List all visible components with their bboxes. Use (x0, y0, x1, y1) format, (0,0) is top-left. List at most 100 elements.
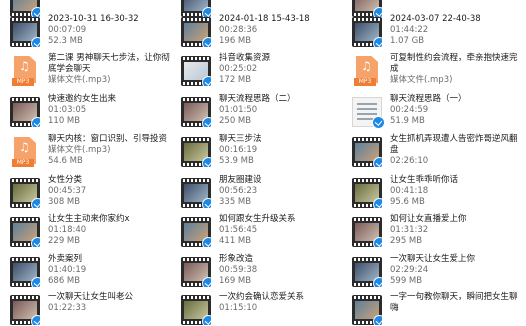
file-item[interactable]: 朋友圈建设 00:56:23 335 MB (181, 175, 351, 213)
file-item[interactable]: 一次约会确认恋爱关系 01:15:10 (181, 292, 351, 326)
file-item[interactable]: 形象改造 00:59:38 169 MB (181, 254, 351, 292)
file-meta: 第二课 男神聊天七步法，让你彻底学会聊天 媒体文件(.mp3) (48, 53, 176, 86)
file-meta: 2024-01-18 15-43-18 00:28:36 196 MB (219, 14, 347, 47)
file-detail: 00:28:36 (219, 25, 258, 35)
file-item[interactable]: 如何让女直播爱上你 01:31:32 295 MB (352, 214, 522, 252)
video-thumbnail-icon (352, 257, 382, 287)
file-meta: 如何让女直播爱上你 01:31:32 295 MB (390, 214, 467, 247)
sync-check-icon (31, 237, 40, 247)
file-grid: 331 MB2023-10-31 16-30-3200:07:0952.3 MB… (0, 0, 526, 326)
file-name: 2024-01-18 15-43-18 (219, 14, 310, 24)
sync-check-icon (31, 117, 40, 127)
file-item[interactable]: ♫ MP3 第二课 男神聊天七步法，让你彻底学会聊天 媒体文件(.mp3) (10, 53, 180, 91)
file-item[interactable]: 外卖案列 01:40:19 686 MB (10, 254, 180, 292)
file-detail: 媒体文件(.mp3) (390, 75, 453, 85)
file-detail: 02:26:10 (390, 156, 429, 166)
column-1: 331 MB2023-10-31 16-30-3200:07:0952.3 MB… (10, 0, 180, 326)
file-item[interactable]: 聊天流程思路（二） 01:01:50 250 MB (181, 94, 351, 132)
file-detail: 01:01:50 (219, 105, 258, 115)
file-size: 1.07 GB (390, 36, 425, 46)
file-item[interactable]: 聊天流程思路（一） 00:24:59 51.9 MB (352, 94, 522, 132)
file-item[interactable]: 女性分类 00:45:37 308 MB (10, 175, 180, 213)
file-name: 如何跟女生升级关系 (219, 214, 296, 224)
file-size: 172 MB (219, 75, 252, 85)
file-item[interactable]: 如何跟女生升级关系 01:56:45 411 MB (181, 214, 351, 252)
video-thumbnail-icon (10, 17, 40, 47)
file-item[interactable]: 女生抓机弄现遭人告密炸哥逆风翻盘 02:26:10 (352, 134, 522, 172)
video-thumbnail-icon (352, 217, 382, 247)
file-size: 95.6 MB (390, 197, 425, 207)
sync-check-icon (202, 198, 211, 208)
file-meta: 朋友圈建设 00:56:23 335 MB (219, 175, 262, 208)
file-item[interactable]: 让女生乖乖听你话 00:41:18 95.6 MB (352, 175, 522, 213)
video-thumbnail-icon (181, 137, 211, 167)
file-size: 229 MB (48, 236, 81, 246)
file-detail: 00:59:38 (219, 265, 258, 275)
file-item[interactable]: 2024-01-18 15-43-18 00:28:36 196 MB (181, 14, 351, 52)
file-size: 335 MB (219, 197, 252, 207)
video-thumbnail-icon (10, 97, 40, 127)
file-item[interactable]: 让女生主动来你家约x 01:18:40 229 MB (10, 214, 180, 252)
file-meta: 快速邀约女生出来 01:03:05 110 MB (48, 94, 116, 127)
document-thumbnail-icon (352, 97, 385, 129)
file-name: 2023-10-31 16-30-32 (48, 14, 139, 24)
video-thumbnail-icon (181, 295, 211, 325)
file-detail: 00:16:19 (219, 145, 258, 155)
file-size: 250 MB (219, 116, 252, 126)
video-thumbnail-icon (10, 178, 40, 208)
file-item[interactable]: 2024-03-07 22-40-38 01:44:22 1.07 GB (352, 14, 522, 52)
file-size: 196 MB (219, 36, 252, 46)
file-detail: 00:07:09 (48, 25, 87, 35)
file-detail: 01:31:32 (390, 225, 429, 235)
file-size: 51.9 MB (390, 116, 425, 126)
file-size: 53.9 MB (219, 156, 254, 166)
file-meta: 聊天流程思路（一） 00:24:59 51.9 MB (390, 94, 467, 127)
sync-check-icon (373, 315, 382, 325)
file-item[interactable]: 聊天三步法 00:16:19 53.9 MB (181, 134, 351, 172)
video-thumbnail-icon (181, 17, 211, 47)
file-detail: 01:22:33 (48, 303, 87, 313)
file-meta: 聊天三步法 00:16:19 53.9 MB (219, 134, 262, 167)
file-name: 形象改造 (219, 254, 254, 264)
video-thumbnail-icon (352, 178, 382, 208)
sync-check-icon (202, 237, 211, 247)
sync-check-icon (202, 277, 211, 287)
video-thumbnail-icon (10, 217, 40, 247)
file-size: 599 MB (390, 276, 423, 286)
file-detail: 媒体文件(.mp3) (48, 145, 111, 155)
file-item[interactable]: 快速邀约女生出来 01:03:05 110 MB (10, 94, 180, 132)
file-meta: 女生抓机弄现遭人告密炸哥逆风翻盘 02:26:10 (390, 134, 518, 167)
file-size: 308 MB (48, 197, 81, 207)
file-meta: 一次约会确认恋爱关系 01:15:10 (219, 292, 304, 314)
sync-check-icon (31, 315, 40, 325)
file-name: 可复制性约会流程，牵亲抱快速完成 (390, 53, 518, 74)
file-item[interactable]: ♫ MP3 聊天内核：窗口识别、引导投资 媒体文件(.mp3) 54.6 MB (10, 134, 180, 172)
file-name: 快速邀约女生出来 (48, 94, 117, 104)
file-name: 2024-03-07 22-40-38 (390, 14, 481, 24)
file-size: 54.6 MB (48, 156, 83, 166)
file-meta: 一次聊天让女生爱上你 02:29:24 599 MB (390, 254, 475, 287)
file-item[interactable]: 抖音收集资源 00:25:02 172 MB (181, 53, 351, 91)
file-name: 让女生主动来你家约x (48, 214, 130, 224)
file-item[interactable]: 一次聊天让女生叫老公 01:22:33 (10, 292, 180, 326)
file-meta: 聊天内核：窗口识别、引导投资 媒体文件(.mp3) 54.6 MB (48, 134, 167, 167)
file-size: 411 MB (219, 236, 252, 246)
sync-check-icon (31, 277, 40, 287)
sync-check-icon (373, 198, 382, 208)
file-meta: 让女生主动来你家约x 01:18:40 229 MB (48, 214, 130, 247)
file-meta: 如何跟女生升级关系 01:56:45 411 MB (219, 214, 296, 247)
sync-check-icon (372, 116, 385, 129)
column-3: 6.54 MB2024-03-07 22-40-3801:44:221.07 G… (352, 0, 522, 326)
file-item[interactable]: ♫ MP3 可复制性约会流程，牵亲抱快速完成 媒体文件(.mp3) (352, 53, 522, 91)
video-thumbnail-icon (10, 295, 40, 325)
file-item[interactable]: 2023-10-31 16-30-32 00:07:09 52.3 MB (10, 14, 180, 52)
file-item[interactable]: 一字一句教你聊天，瞬间把女生聊嗨 (352, 292, 522, 326)
file-name: 聊天三步法 (219, 134, 262, 144)
file-meta: 形象改造 00:59:38 169 MB (219, 254, 257, 287)
file-item[interactable]: 一次聊天让女生爱上你 02:29:24 599 MB (352, 254, 522, 292)
file-detail: 00:25:02 (219, 64, 258, 74)
file-name: 一次约会确认恋爱关系 (219, 292, 305, 302)
file-size: 295 MB (390, 236, 423, 246)
sync-check-icon (31, 37, 40, 47)
file-meta: 让女生乖乖听你话 00:41:18 95.6 MB (390, 175, 458, 208)
